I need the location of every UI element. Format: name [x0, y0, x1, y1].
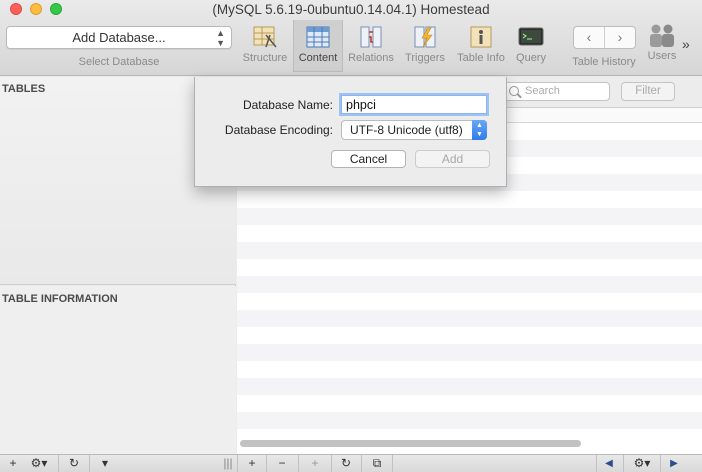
divider: [623, 455, 624, 472]
encoding-value: UTF-8 Unicode (utf8): [350, 123, 463, 137]
add-button[interactable]: Add: [415, 150, 490, 168]
database-name-input[interactable]: [341, 95, 487, 114]
structure-label: Structure: [242, 52, 288, 64]
select-arrows-icon: ▲ ▼: [472, 120, 487, 140]
relations-label: Relations: [348, 52, 394, 64]
database-select-label: Add Database...: [72, 30, 166, 45]
table-history-caption: Table History: [572, 56, 636, 68]
history-back-button[interactable]: ‹: [574, 27, 604, 48]
horizontal-scrollbar[interactable]: [240, 440, 581, 447]
divider: [266, 455, 267, 472]
users-icon: [650, 24, 674, 47]
add-row-button[interactable]: +: [243, 455, 261, 472]
filter-button[interactable]: Filter: [621, 82, 675, 101]
remove-row-button[interactable]: −: [273, 455, 291, 472]
add-database-sheet: Database Name: Database Encoding: UTF-8 …: [194, 77, 507, 187]
add-table-button[interactable]: +: [4, 455, 22, 472]
history-nav: ‹ ›: [573, 26, 636, 49]
table-information-panel: TABLE INFORMATION: [0, 286, 236, 454]
query-label: Query: [516, 52, 546, 64]
query-icon: [518, 27, 544, 46]
table-info-label: Table Info: [457, 52, 505, 64]
cancel-button[interactable]: Cancel: [331, 150, 406, 168]
table-info-icon: [470, 26, 492, 48]
triggers-icon: [414, 26, 436, 48]
select-database-caption: Select Database: [78, 56, 160, 68]
users-label: Users: [647, 50, 677, 62]
refresh-tables-button[interactable]: ↻: [64, 455, 84, 472]
next-page-button[interactable]: ▶: [666, 455, 682, 472]
bottom-bar: + ⚙▾ ↻ ▾ ||| + − + ↻ ⧉ ◀ ⚙▾ ▶: [0, 454, 702, 472]
relations-button[interactable]: Relations: [345, 20, 397, 72]
tables-heading: TABLES: [2, 83, 46, 95]
structure-icon: [253, 26, 277, 48]
history-forward-button[interactable]: ›: [604, 27, 635, 48]
window-title: (MySQL 5.6.19-0ubuntu0.14.04.1) Homestea…: [212, 2, 490, 17]
copy-row-icon[interactable]: ⧉: [367, 455, 387, 472]
updown-chevron-icon: ▲ ▼: [216, 28, 225, 48]
split-resize-handle[interactable]: |||: [220, 455, 236, 472]
toolbar-overflow-button[interactable]: »: [682, 36, 690, 52]
divider: [392, 455, 393, 472]
toggle-filter-button[interactable]: ▾: [95, 455, 115, 472]
divider: [89, 455, 90, 472]
relations-icon: [360, 26, 382, 48]
database-select[interactable]: Add Database... ▲ ▼: [6, 26, 232, 49]
triggers-button[interactable]: Triggers: [400, 20, 450, 72]
database-encoding-label: Database Encoding:: [224, 123, 333, 137]
search-field[interactable]: Search: [502, 82, 610, 101]
divider: [361, 455, 362, 472]
table-info-button[interactable]: Table Info: [453, 20, 509, 72]
table-information-heading: TABLE INFORMATION: [2, 293, 118, 305]
triggers-label: Triggers: [405, 52, 445, 64]
database-name-label: Database Name:: [242, 98, 333, 112]
divider: [331, 455, 332, 472]
query-button[interactable]: Query: [511, 20, 551, 72]
divider: [58, 455, 59, 472]
window-toolbar: (MySQL 5.6.19-0ubuntu0.14.04.1) Homestea…: [0, 0, 702, 76]
content-label: Content: [298, 52, 338, 64]
database-encoding-select[interactable]: UTF-8 Unicode (utf8) ▲ ▼: [341, 120, 487, 140]
duplicate-row-button[interactable]: +: [305, 455, 325, 472]
content-button[interactable]: Content: [293, 20, 343, 72]
pagination-gear-icon[interactable]: ⚙▾: [629, 455, 655, 472]
content-icon: [306, 26, 330, 48]
divider: [298, 455, 299, 472]
table-actions-gear-icon[interactable]: ⚙▾: [26, 455, 52, 472]
structure-button[interactable]: Structure: [239, 20, 291, 72]
divider: [596, 455, 597, 472]
divider: [660, 455, 661, 472]
search-placeholder: Search: [525, 85, 560, 97]
refresh-rows-button[interactable]: ↻: [337, 455, 355, 472]
users-button[interactable]: Users: [643, 20, 681, 72]
previous-page-button[interactable]: ◀: [601, 455, 617, 472]
divider: [237, 455, 238, 472]
search-icon: [509, 86, 519, 96]
